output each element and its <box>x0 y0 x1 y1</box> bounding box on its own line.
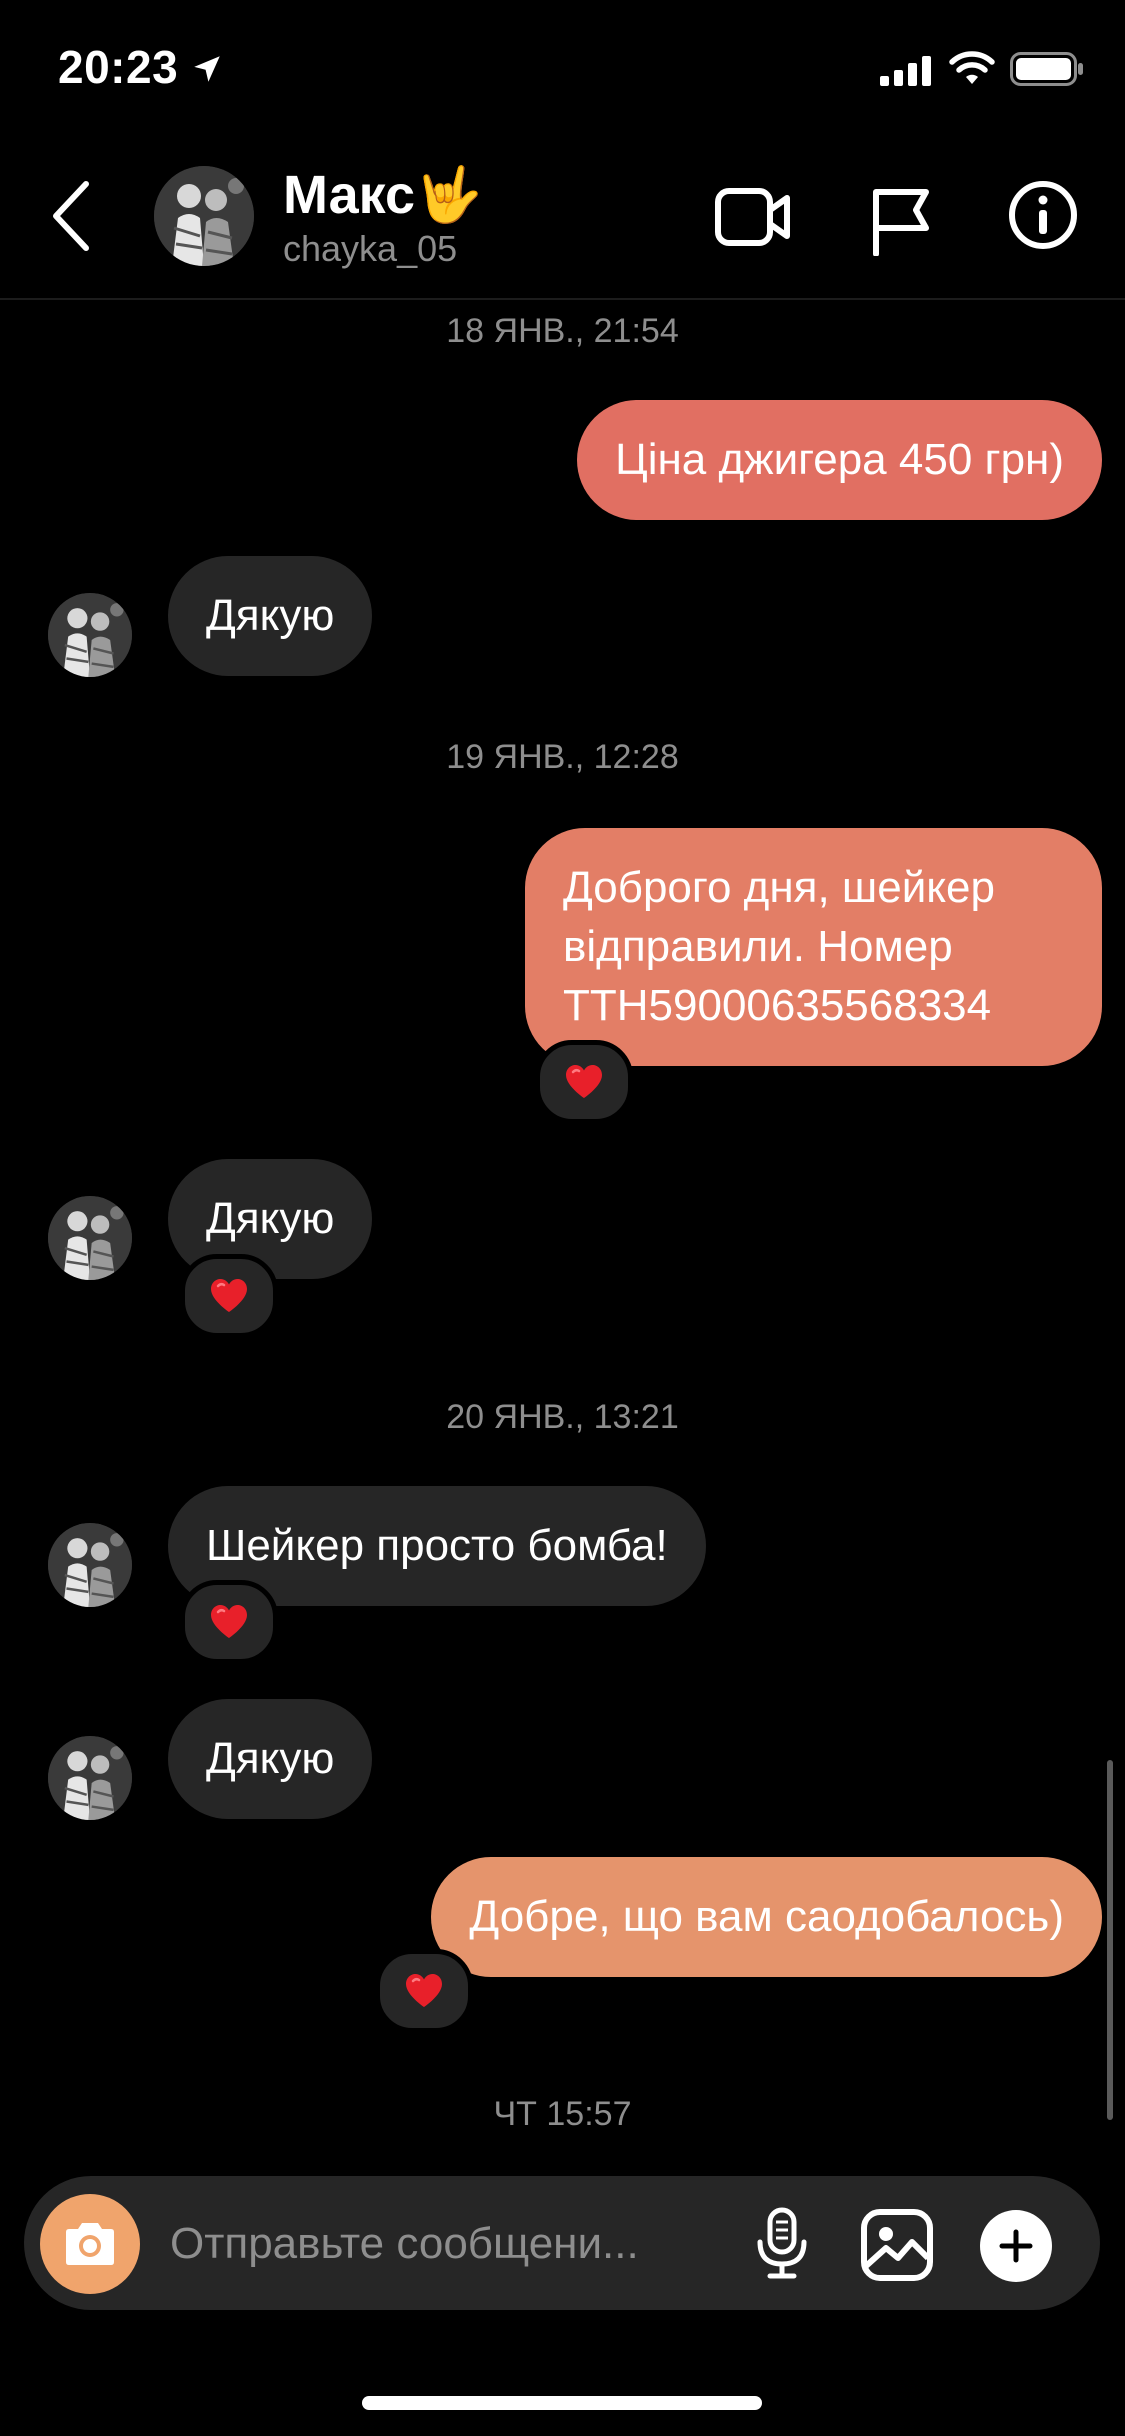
plus-icon <box>999 2229 1033 2263</box>
status-time: 20:23 <box>58 41 179 93</box>
wifi-icon <box>949 51 995 84</box>
avatar <box>48 1736 132 1820</box>
outgoing-message[interactable]: Добре, що вам саодобалось) <box>431 1857 1102 1977</box>
heart-icon <box>209 1278 249 1314</box>
heart-icon <box>564 1064 604 1100</box>
microphone-icon[interactable] <box>752 2206 812 2282</box>
home-indicator[interactable] <box>362 2396 762 2410</box>
camera-button[interactable] <box>40 2194 140 2294</box>
plus-button[interactable] <box>980 2210 1052 2282</box>
avatar <box>48 1523 132 1607</box>
battery-icon <box>1010 52 1083 86</box>
contact-username[interactable]: chayka_05 <box>283 228 457 270</box>
gallery-icon[interactable] <box>860 2208 934 2282</box>
incoming-message[interactable]: Дякую <box>168 556 373 676</box>
scrollbar[interactable] <box>1107 1760 1113 2120</box>
timestamp: 19 ЯНВ., 12:28 <box>446 738 679 776</box>
video-call-icon[interactable] <box>715 186 791 248</box>
back-chevron-icon[interactable] <box>48 178 92 254</box>
incoming-message[interactable]: Дякую <box>168 1699 373 1819</box>
contact-name[interactable]: Макс🤟 <box>283 164 482 227</box>
timestamp: 18 ЯНВ., 21:54 <box>446 312 679 350</box>
message-input[interactable] <box>170 2208 710 2280</box>
reaction-badge[interactable] <box>180 1580 278 1664</box>
header-divider <box>0 298 1125 300</box>
outgoing-message[interactable]: Ціна джигера 450 грн) <box>577 400 1102 520</box>
reaction-badge[interactable] <box>180 1254 278 1338</box>
avatar <box>48 1196 132 1280</box>
camera-icon <box>66 2223 114 2265</box>
info-icon[interactable] <box>1008 180 1078 250</box>
timestamp: ЧТ 15:57 <box>493 2095 632 2133</box>
reaction-badge[interactable] <box>375 1949 473 2033</box>
contact-avatar[interactable] <box>154 166 254 266</box>
heart-icon <box>404 1973 444 2009</box>
avatar <box>48 593 132 677</box>
heart-icon <box>209 1604 249 1640</box>
location-arrow-icon <box>194 56 220 82</box>
outgoing-message[interactable]: Доброго дня, шейкер відправили. Номер ТТ… <box>525 828 1102 1066</box>
flag-icon[interactable] <box>870 186 932 256</box>
reaction-badge[interactable] <box>535 1040 633 1124</box>
signal-icon <box>880 56 931 86</box>
timestamp: 20 ЯНВ., 13:21 <box>446 1398 679 1436</box>
